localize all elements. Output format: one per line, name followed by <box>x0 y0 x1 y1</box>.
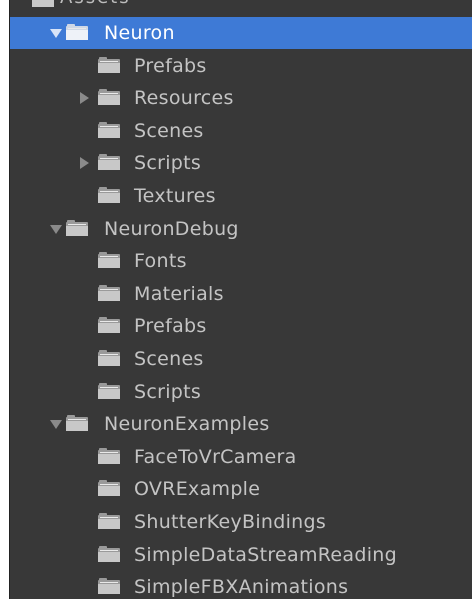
collapse-arrow-icon[interactable] <box>80 92 89 104</box>
tree-row-scenes[interactable]: Scenes <box>10 115 472 147</box>
tree-row-label: Prefabs <box>134 55 207 77</box>
folder-icon <box>98 57 120 73</box>
folder-icon <box>32 0 54 7</box>
folder-icon <box>98 448 120 464</box>
expand-arrow-icon[interactable] <box>50 420 62 429</box>
tree-row-neurondebug[interactable]: NeuronDebug <box>10 213 472 245</box>
tree-row-shutterkeybindings[interactable]: ShutterKeyBindings <box>10 506 472 538</box>
tree-row-label: Scenes <box>134 348 204 370</box>
tree-row-label: SimpleDataStreamReading <box>134 544 398 566</box>
tree-row-label: OVRExample <box>134 478 261 500</box>
tree-row-label: Neuron <box>104 22 175 44</box>
folder-icon <box>98 187 120 203</box>
tree-row-label: Scripts <box>134 381 202 403</box>
expand-arrow-icon[interactable] <box>50 29 62 38</box>
folder-icon <box>66 24 88 40</box>
folder-icon <box>98 285 120 301</box>
folder-icon <box>98 480 120 496</box>
folder-icon <box>66 415 88 431</box>
tree-row-label: SimpleFBXAnimations <box>134 576 349 598</box>
folder-icon <box>98 546 120 562</box>
tree-row-label: Textures <box>134 185 216 207</box>
folder-icon <box>98 154 120 170</box>
collapse-arrow-icon[interactable] <box>80 157 89 169</box>
tree-row-label: ShutterKeyBindings <box>134 511 327 533</box>
folder-icon <box>98 383 120 399</box>
tree-row-scripts[interactable]: Scripts <box>10 376 472 408</box>
tree-row-prefabs[interactable]: Prefabs <box>10 310 472 342</box>
tree-row-materials[interactable]: Materials <box>10 278 472 310</box>
tree-row-label: Prefabs <box>134 315 207 337</box>
tree-row-label: FaceToVrCamera <box>134 446 297 468</box>
tree-row-label: Materials <box>134 283 224 305</box>
folder-icon <box>98 317 120 333</box>
tree-row-prefabs[interactable]: Prefabs <box>10 50 472 82</box>
tree-row-textures[interactable]: Textures <box>10 180 472 212</box>
tree-row-scripts[interactable]: Scripts <box>10 147 472 179</box>
tree-row-label: Scripts <box>134 152 202 174</box>
tree-row-neuronexamples[interactable]: NeuronExamples <box>10 408 472 440</box>
tree-row-neuron[interactable]: Neuron <box>10 17 472 49</box>
tree-row-scenes[interactable]: Scenes <box>10 343 472 375</box>
folder-icon <box>66 220 88 236</box>
tree-row-fonts[interactable]: Fonts <box>10 245 472 277</box>
expand-arrow-icon[interactable] <box>50 225 62 234</box>
tree-row-facetovrcamera[interactable]: FaceToVrCamera <box>10 441 472 473</box>
folder-icon <box>98 513 120 529</box>
tree-row-label: NeuronExamples <box>104 413 270 435</box>
folder-icon <box>98 252 120 268</box>
tree-row-simpledatastreamreading[interactable]: SimpleDataStreamReading <box>10 539 472 571</box>
tree-row-label: Scenes <box>134 120 204 142</box>
folder-icon <box>98 122 120 138</box>
tree-row-label: Fonts <box>134 250 187 272</box>
tree-row-label: Assets <box>60 0 131 8</box>
tree-row-simplefbxanimations[interactable]: SimpleFBXAnimations <box>10 571 472 599</box>
project-folder-tree-panel: Assets Neuron Prefabs Resources Scenes Scrip… <box>9 0 472 599</box>
tree-row-label: Resources <box>134 87 234 109</box>
tree-row-label: NeuronDebug <box>104 218 239 240</box>
tree-row-resources[interactable]: Resources <box>10 82 472 114</box>
tree-row-ovrexample[interactable]: OVRExample <box>10 473 472 505</box>
folder-icon <box>98 578 120 594</box>
tree-row-assets[interactable]: Assets <box>10 0 472 8</box>
folder-icon <box>98 89 120 105</box>
folder-icon <box>98 350 120 366</box>
